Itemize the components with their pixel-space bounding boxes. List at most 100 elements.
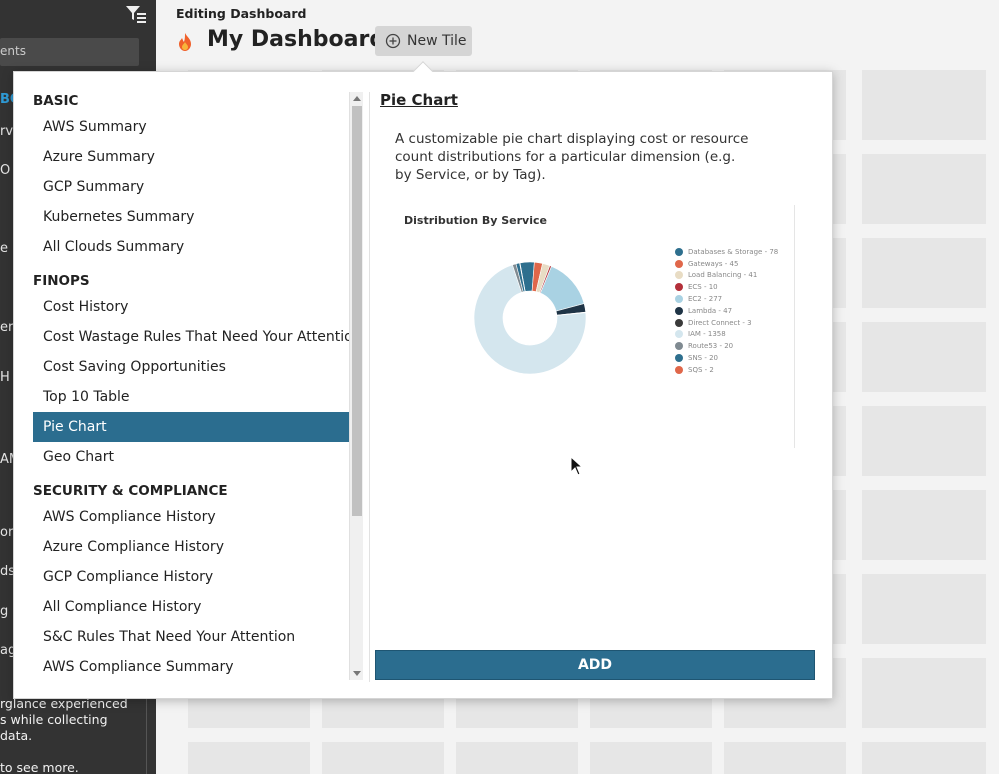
dashboard-tile-placeholder [862, 70, 986, 140]
tile-library-item[interactable]: GCP Compliance History [33, 562, 349, 592]
group-title: BASIC [33, 93, 79, 109]
scroll-down-arrow-icon[interactable] [353, 671, 361, 676]
dashboard-tile-placeholder [862, 658, 986, 728]
tile-library-item[interactable]: AWS Summary [33, 112, 349, 142]
new-tile-label: New Tile [407, 33, 467, 49]
list-scrollbar[interactable] [349, 92, 363, 680]
tile-library-item[interactable]: Geo Chart [33, 442, 349, 472]
legend-item: ECS - 10 [675, 281, 778, 293]
legend-label: Load Balancing - 41 [688, 271, 758, 280]
legend-label: Databases & Storage - 78 [688, 247, 779, 256]
legend-item: Direct Connect - 3 [675, 317, 778, 329]
legend-swatch [675, 295, 683, 304]
legend-label: SNS - 20 [688, 354, 719, 363]
scroll-up-arrow-icon[interactable] [353, 96, 361, 101]
legend-swatch [675, 283, 683, 292]
legend-label: EC2 - 277 [688, 295, 723, 304]
sidebar-nav-item[interactable]: g [0, 604, 8, 619]
sidebar-nav-item[interactable]: e [0, 241, 8, 256]
flame-icon [179, 33, 191, 51]
tile-library-item[interactable]: Cost Saving Opportunities [33, 352, 349, 382]
tile-library-item[interactable]: All Clouds Summary [33, 232, 349, 262]
dashboard-tile-placeholder [862, 238, 986, 308]
legend-swatch [675, 271, 683, 280]
popup-caret [413, 61, 433, 81]
dashboard-tile-placeholder [862, 322, 986, 392]
dashboard-tile-placeholder [456, 742, 578, 774]
sidebar-nav-item[interactable]: or [0, 525, 13, 540]
group-title: SECURITY & COMPLIANCE [33, 483, 228, 499]
tile-library-item[interactable]: Kubernetes Summary [33, 202, 349, 232]
tile-library-item[interactable]: Cost History [33, 292, 349, 322]
tile-library-item[interactable]: AWS Compliance Summary [33, 652, 349, 680]
mouse-cursor-icon [570, 456, 584, 476]
tile-library-item[interactable]: Azure Summary [33, 142, 349, 172]
legend-label: ECS - 10 [688, 283, 718, 292]
tile-library-item[interactable]: S&C Rules That Need Your Attention [33, 622, 349, 652]
dashboard-tile-placeholder [862, 574, 986, 644]
new-tile-popup: BASIC AWS Summary Azure Summary GCP Summary… [13, 61, 833, 699]
dashboard-tile-placeholder [188, 742, 310, 774]
sidebar-notice-line: data. [0, 728, 33, 743]
dashboard-header: Editing Dashboard My Dashboard New Tile [156, 0, 999, 64]
legend-label: Direct Connect - 3 [688, 318, 752, 327]
add-button[interactable]: ADD [375, 650, 815, 680]
legend-label: Route53 - 20 [688, 342, 734, 351]
tile-library-item[interactable]: Pie Chart [33, 412, 349, 442]
chart-title: Distribution By Service [404, 214, 547, 227]
sidebar-nav-item[interactable]: O [0, 163, 10, 178]
dashboard-tile-placeholder [322, 742, 444, 774]
sidebar-notice-line: to see more. [0, 760, 79, 774]
tile-library-item[interactable]: All Compliance History [33, 592, 349, 622]
plus-circle-icon [385, 33, 401, 49]
legend-item: Databases & Storage - 78 [675, 246, 778, 258]
dashboard-tile-placeholder [862, 406, 986, 476]
legend-label: IAM - 1358 [688, 330, 726, 339]
sidebar-notice: rglance experienced s while collecting dat… [0, 696, 140, 774]
legend-label: Gateways - 45 [688, 259, 739, 268]
legend-swatch [675, 342, 683, 351]
scroll-thumb[interactable] [352, 106, 362, 516]
detail-title: Pie Chart [380, 91, 458, 109]
legend-swatch [675, 365, 683, 374]
tile-library-item[interactable]: Cost Wastage Rules That Need Your Attent… [33, 322, 350, 352]
legend-item: Lambda - 47 [675, 305, 778, 317]
legend-label: Lambda - 47 [688, 306, 733, 315]
pie-chart [473, 261, 587, 375]
legend-item: Gateways - 45 [675, 258, 778, 270]
legend-item: EC2 - 277 [675, 293, 778, 305]
legend-label: SQS - 2 [688, 365, 714, 374]
dashboard-tile-placeholder [862, 742, 986, 774]
legend-item: SQS - 2 [675, 364, 778, 376]
sidebar-search-input[interactable]: ents [0, 38, 139, 66]
legend-swatch [675, 330, 683, 339]
panel-divider [369, 92, 370, 682]
tile-library-item[interactable]: GCP Summary [33, 172, 349, 202]
group-title: FINOPS [33, 273, 90, 289]
tile-library-item[interactable]: AWS Compliance History [33, 502, 349, 532]
legend-item: IAM - 1358 [675, 329, 778, 341]
detail-description: A customizable pie chart displaying cost… [395, 131, 749, 183]
tile-library-item[interactable]: Azure Compliance History [33, 532, 349, 562]
legend-item: SNS - 20 [675, 352, 778, 364]
dashboard-tile-placeholder [862, 490, 986, 560]
chart-preview: Distribution By Service Databases & Stor… [395, 205, 795, 448]
sidebar-nav-item[interactable]: H [0, 370, 10, 385]
legend-item: Load Balancing - 41 [675, 270, 778, 282]
new-tile-button[interactable]: New Tile [375, 26, 472, 56]
legend-swatch [675, 259, 683, 268]
dashboard-tile-placeholder [724, 742, 846, 774]
dashboard-tile-placeholder [590, 742, 712, 774]
tile-library-item[interactable]: Top 10 Table [33, 382, 349, 412]
filter-menu-icon[interactable] [124, 4, 148, 24]
legend-swatch [675, 306, 683, 315]
legend-swatch [675, 247, 683, 256]
dashboard-title[interactable]: My Dashboard [207, 27, 385, 52]
editing-label: Editing Dashboard [176, 6, 307, 21]
legend-item: Route53 - 20 [675, 340, 778, 352]
legend-swatch [675, 318, 683, 327]
legend-swatch [675, 354, 683, 363]
tile-library-list[interactable]: BASIC AWS Summary Azure Summary GCP Summary… [14, 90, 350, 680]
chart-legend: Databases & Storage - 78 Gateways - 45 Loa… [675, 246, 778, 376]
sidebar-notice-line: s while collecting [0, 712, 108, 727]
